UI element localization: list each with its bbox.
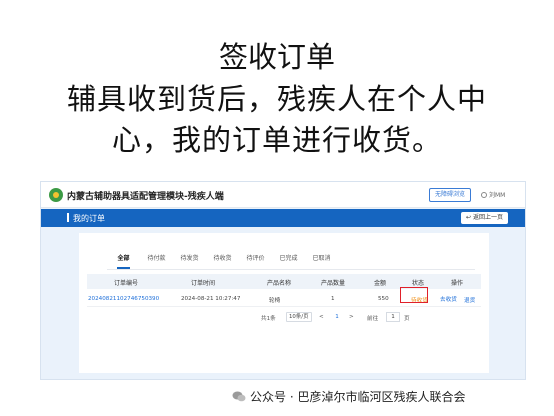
column-amount: 金额 — [374, 280, 387, 287]
highlight-box — [400, 287, 428, 303]
order-number-link[interactable]: 20240821102746750390 — [88, 296, 159, 302]
slide-title: 签收订单 — [218, 40, 335, 74]
product-qty: 1 — [331, 296, 335, 302]
column-status: 状态 — [412, 280, 425, 287]
order-time: 2024-08-21 10:27:47 — [181, 296, 241, 302]
pagination-total: 共1条 — [261, 316, 276, 322]
current-page[interactable]: 1 — [332, 312, 342, 322]
app-screenshot: 内蒙古辅助器具适配管理模块-残疾人端 无障碍浏览 刘MM 我的订单 ↩ 返回上一页… — [40, 181, 526, 380]
page-title-bar: 我的订单 ↩ 返回上一页 — [41, 209, 525, 227]
user-icon — [481, 192, 487, 198]
back-arrow-icon: ↩ — [466, 214, 472, 221]
page-title: 我的订单 — [73, 214, 105, 223]
title-marker — [67, 213, 69, 222]
tab-completed[interactable]: 已完成 — [272, 253, 305, 267]
order-status-tabs: 全部 待付款 待发货 待收货 待评价 已完成 已取消 — [107, 253, 338, 269]
tab-all[interactable]: 全部 — [107, 253, 140, 269]
column-qty: 产品数量 — [321, 280, 346, 287]
column-action: 操作 — [451, 280, 464, 287]
slide-text-line-2: 心，我的订单进行收货。 — [111, 123, 442, 157]
goto-label: 前往 — [367, 316, 379, 322]
goto-page-input[interactable]: 1 — [386, 312, 400, 322]
slide-text-line-1: 辅具收到货后，残疾人在个人中 — [66, 82, 487, 116]
receive-goods-button[interactable]: 去收货 — [437, 294, 460, 304]
app-header: 内蒙古辅助器具适配管理模块-残疾人端 无障碍浏览 刘MM — [41, 182, 525, 208]
tabs-divider — [107, 269, 475, 270]
orders-panel: 全部 待付款 待发货 待收货 待评价 已完成 已取消 订单编号 订单时间 产品名… — [79, 233, 489, 373]
app-title: 内蒙古辅助器具适配管理模块-残疾人端 — [67, 192, 224, 202]
column-order-time: 订单时间 — [191, 280, 216, 287]
column-order-no: 订单编号 — [114, 280, 139, 287]
accessible-mode-button[interactable]: 无障碍浏览 — [429, 188, 472, 202]
product-name: 轮椅 — [269, 298, 281, 304]
user-name: 刘MM — [489, 192, 506, 199]
user-menu[interactable]: 刘MM — [481, 190, 505, 199]
tab-pending-receipt[interactable]: 待收货 — [206, 253, 239, 267]
next-page-button[interactable]: > — [349, 314, 354, 320]
goto-suffix: 页 — [404, 316, 410, 322]
app-logo — [49, 188, 63, 202]
page-size-select[interactable]: 10条/页 — [286, 312, 312, 322]
column-product: 产品名称 — [267, 280, 292, 287]
order-amount: 550 — [378, 296, 389, 302]
back-button[interactable]: ↩ 返回上一页 — [461, 212, 509, 224]
footer-credit: 公众号 · 巴彦淖尔市临河区残疾人联合会 — [232, 388, 465, 405]
prev-page-button[interactable]: < — [319, 314, 324, 320]
tab-pending-review[interactable]: 待评价 — [239, 253, 272, 267]
tab-pending-shipment[interactable]: 待发货 — [173, 253, 206, 267]
tab-pending-payment[interactable]: 待付款 — [140, 253, 173, 267]
tab-cancelled[interactable]: 已取消 — [305, 253, 338, 267]
return-goods-link[interactable]: 退货 — [464, 296, 475, 304]
wechat-icon — [232, 391, 246, 402]
pagination: 共1条 10条/页 < 1 > 前往 1 页 — [79, 312, 489, 324]
back-button-label: 返回上一页 — [473, 214, 504, 221]
footer-text: 公众号 · 巴彦淖尔市临河区残疾人联合会 — [250, 390, 466, 404]
